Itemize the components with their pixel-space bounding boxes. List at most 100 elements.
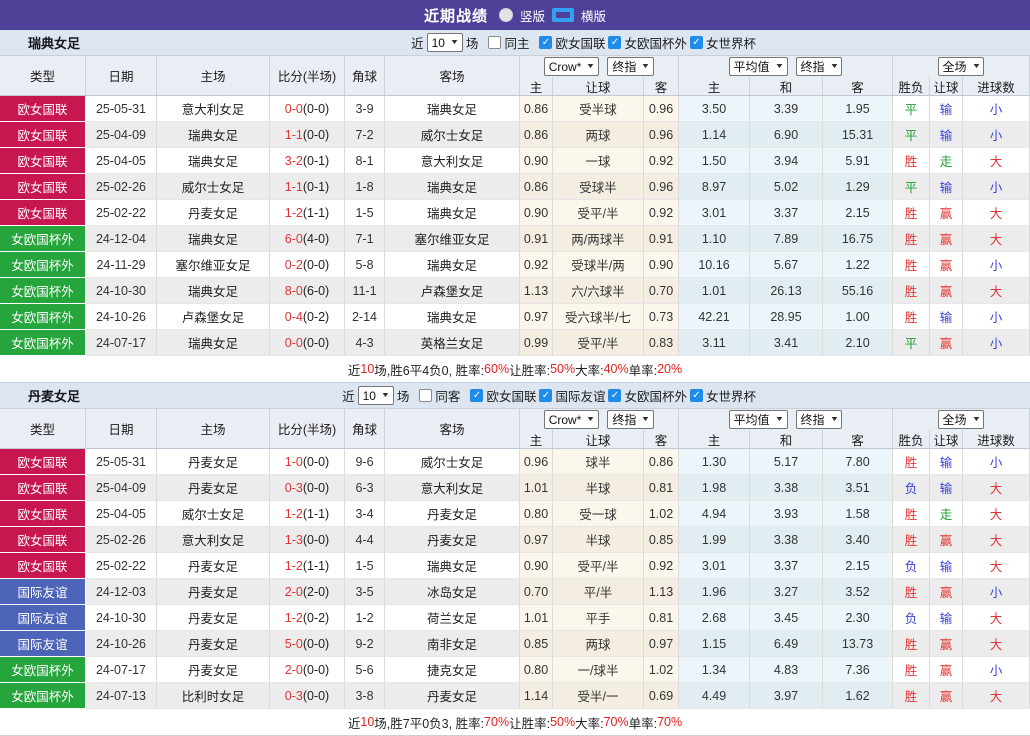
home-team: 丹麦女足: [157, 605, 270, 631]
eu-home-odds: 4.49: [679, 683, 750, 709]
column-header: 日期: [86, 409, 157, 448]
corner-score: 5-6: [345, 657, 385, 683]
radio-vertical-label[interactable]: 竖版: [520, 6, 545, 25]
competition-filter-checkbox[interactable]: ✓: [470, 389, 483, 402]
away-team: 瑞典女足: [385, 200, 520, 226]
bookmaker-period-select[interactable]: 终指▼: [607, 57, 654, 76]
competition-filter-label: 国际友谊: [555, 386, 605, 405]
result-wdl: 胜: [893, 304, 930, 330]
table-row: 欧女国联25-04-09瑞典女足1-1(0-0)7-2威尔士女足0.86两球0.…: [0, 122, 1030, 148]
competition-filter-checkbox[interactable]: ✓: [690, 389, 703, 402]
corner-score: 4-4: [345, 527, 385, 553]
eu-away-odds: 15.31: [823, 122, 893, 148]
table-row: 国际友谊24-10-26丹麦女足5-0(0-0)9-2南非女足0.85两球0.9…: [0, 631, 1030, 657]
euro-odds-select[interactable]: 平均值▼: [729, 410, 788, 429]
select-value: 平均值: [734, 411, 770, 428]
match-score: 5-0(0-0): [270, 631, 345, 657]
chevron-down-icon: ▼: [586, 63, 596, 70]
bookmaker-select[interactable]: Crow* ▼: [544, 57, 600, 76]
full-time-score: 1-2: [285, 507, 303, 521]
scope-select[interactable]: 全场▼: [938, 57, 985, 76]
eu-away-odds: 2.10: [823, 330, 893, 356]
corner-score: 9-6: [345, 449, 385, 475]
away-team: 瑞典女足: [385, 252, 520, 278]
chevron-down-icon: ▼: [641, 63, 651, 70]
select-value: Crow*: [549, 60, 582, 74]
recent-count-select[interactable]: 10▼: [358, 386, 394, 405]
competition-filter-label: 欧女国联: [555, 33, 605, 52]
summary-text: 70%: [484, 715, 509, 729]
eu-home-odds: 3.11: [679, 330, 750, 356]
summary-row: 近10场,胜6平4负0, 胜率:60% 让胜率:50% 大率:40% 单率:20…: [0, 356, 1030, 382]
column-subheader: 客: [823, 430, 893, 448]
competition-filter-checkbox[interactable]: ✓: [539, 389, 552, 402]
summary-text: 10: [360, 715, 374, 729]
half-time-score: (0-0): [303, 258, 329, 272]
ah-line: 受六球半/七: [553, 304, 644, 330]
result-goals: 大: [963, 527, 1030, 553]
ah-line: 平/半: [553, 579, 644, 605]
chevron-down-icon: ▼: [381, 392, 391, 399]
column-subheader: 胜负: [893, 430, 930, 448]
home-team: 丹麦女足: [157, 200, 270, 226]
away-team: 丹麦女足: [385, 527, 520, 553]
eu-home-odds: 3.50: [679, 96, 750, 122]
competition-filter-checkbox[interactable]: ✓: [690, 36, 703, 49]
table-row: 欧女国联25-05-31意大利女足0-0(0-0)3-9瑞典女足0.86受半球0…: [0, 96, 1030, 122]
recent-label: 近: [342, 386, 355, 405]
select-value: 平均值: [734, 58, 770, 75]
league-badge: 国际友谊: [0, 631, 86, 657]
ah-line: 受球半: [553, 174, 644, 200]
chevron-down-icon: ▼: [774, 63, 784, 70]
eu-draw-odds: 28.95: [750, 304, 823, 330]
euro-odds-select[interactable]: 平均值 ▼: [729, 57, 788, 76]
radio-horizontal-label[interactable]: 横版: [581, 6, 606, 25]
eu-draw-odds: 3.41: [750, 330, 823, 356]
match-score: 0-0(0-0): [270, 330, 345, 356]
corner-score: 11-1: [345, 278, 385, 304]
match-score: 8-0(6-0): [270, 278, 345, 304]
same-venue-checkbox[interactable]: [488, 36, 501, 49]
same-venue-checkbox[interactable]: [419, 389, 432, 402]
result-handicap: 输: [930, 475, 963, 501]
scope-select[interactable]: 全场▼: [938, 410, 985, 429]
euro-period-select[interactable]: 终指▼: [796, 410, 843, 429]
ah-away-odds: 0.92: [644, 200, 679, 226]
euro-period-select[interactable]: 终指▼: [796, 57, 843, 76]
ah-home-odds: 0.80: [520, 501, 553, 527]
match-date: 24-10-30: [86, 278, 157, 304]
table-header: 类型日期主场比分(半场)角球客场Crow*▼终指▼平均值▼终指▼全场▼主让球客主…: [0, 56, 1030, 96]
competition-filter-checkbox[interactable]: ✓: [539, 36, 552, 49]
summary-text: 20%: [657, 362, 682, 376]
team-header-row: 瑞典女足 近10▼场同主✓欧女国联✓女欧国杯外✓女世界杯: [0, 30, 1030, 55]
half-time-score: (0-0): [303, 455, 329, 469]
summary-text: 场,胜7平0负3, 胜率:: [374, 713, 484, 732]
ah-away-odds: 0.70: [644, 278, 679, 304]
ah-home-odds: 1.01: [520, 605, 553, 631]
ah-line: 受平/半: [553, 330, 644, 356]
eu-home-odds: 1.14: [679, 122, 750, 148]
result-scope-group: 全场▼: [893, 56, 1030, 77]
recent-count-select[interactable]: 10▼: [427, 33, 463, 52]
ah-line: 球半: [553, 449, 644, 475]
competition-filter-checkbox[interactable]: ✓: [608, 389, 621, 402]
radio-horizontal[interactable]: [552, 8, 574, 22]
column-subheader: 主: [520, 430, 553, 448]
away-team: 意大利女足: [385, 148, 520, 174]
full-time-score: 5-0: [285, 637, 303, 651]
match-score: 0-3(0-0): [270, 475, 345, 501]
full-time-score: 1-2: [285, 206, 303, 220]
competition-filter-checkbox[interactable]: ✓: [608, 36, 621, 49]
league-badge: 欧女国联: [0, 475, 86, 501]
corner-score: 7-2: [345, 122, 385, 148]
eu-draw-odds: 3.37: [750, 200, 823, 226]
radio-vertical[interactable]: [499, 8, 513, 22]
ah-away-odds: 0.91: [644, 226, 679, 252]
bookmaker-period-select[interactable]: 终指▼: [607, 410, 654, 429]
column-header: 类型: [0, 409, 86, 448]
bookmaker-select[interactable]: Crow*▼: [544, 410, 600, 429]
eu-draw-odds: 3.93: [750, 501, 823, 527]
home-team: 丹麦女足: [157, 631, 270, 657]
eu-draw-odds: 5.02: [750, 174, 823, 200]
result-goals: 大: [963, 278, 1030, 304]
